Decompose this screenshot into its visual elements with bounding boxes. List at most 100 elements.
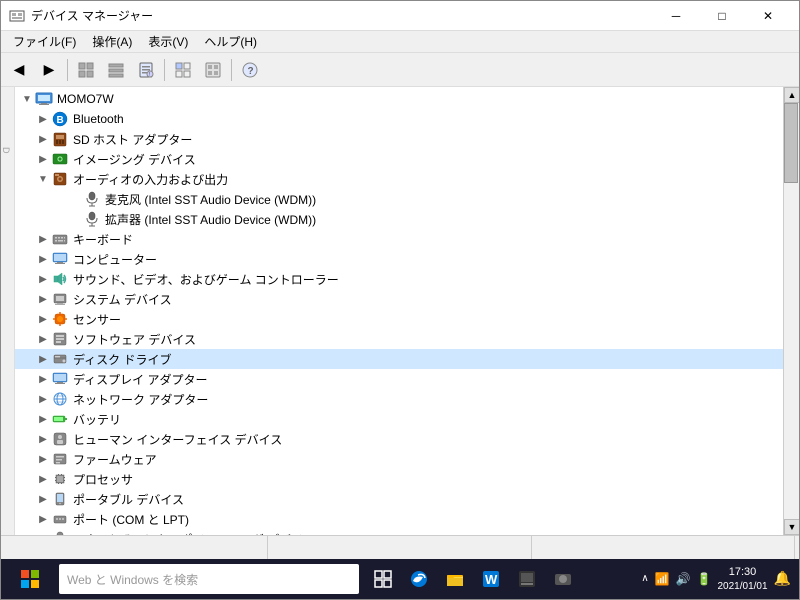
expand-audio[interactable]: ▼ bbox=[35, 171, 51, 187]
svg-text:B: B bbox=[57, 115, 64, 126]
expand-software[interactable]: ▶ bbox=[35, 331, 51, 347]
disk-label: ディスク ドライブ bbox=[73, 351, 172, 368]
tree-item-portable[interactable]: ▶ ポータブル デバイス bbox=[15, 489, 783, 509]
menu-help[interactable]: ヘルプ(H) bbox=[196, 31, 265, 52]
back-button[interactable]: ◀ bbox=[5, 57, 33, 83]
tree-item-processor[interactable]: ▶ プロセッサ bbox=[15, 469, 783, 489]
scroll-up-button[interactable]: ▲ bbox=[784, 87, 799, 103]
maximize-button[interactable]: □ bbox=[699, 1, 745, 31]
expand-keyboard[interactable]: ▶ bbox=[35, 231, 51, 247]
close-button[interactable]: ✕ bbox=[745, 1, 791, 31]
battery-tray-icon[interactable]: 🔋 bbox=[697, 572, 712, 586]
expand-hid[interactable]: ▶ bbox=[35, 431, 51, 447]
expand-imaging[interactable]: ▶ bbox=[35, 151, 51, 167]
tree-item-speaker[interactable]: ▶ 拡声器 (Intel SST Audio Device (WDM)) bbox=[15, 209, 783, 229]
battery-icon bbox=[51, 410, 69, 428]
minimize-button[interactable]: ─ bbox=[653, 1, 699, 31]
tree-item-display[interactable]: ▶ ディスプレイ アダプター bbox=[15, 369, 783, 389]
title-bar-title: デバイス マネージャー bbox=[31, 7, 653, 24]
time-display: 17:30 bbox=[718, 565, 768, 579]
expand-processor[interactable]: ▶ bbox=[35, 471, 51, 487]
tree-item-disk[interactable]: ▶ ディスク ドライブ bbox=[15, 349, 783, 369]
tree-item-firmware[interactable]: ▶ ファームウェア bbox=[15, 449, 783, 469]
processor-icon bbox=[51, 470, 69, 488]
forward-button[interactable]: ▶ bbox=[35, 57, 63, 83]
network-tray-icon[interactable]: 📶 bbox=[655, 572, 670, 586]
sensor-icon bbox=[51, 310, 69, 328]
scroll-down-button[interactable]: ▼ bbox=[784, 519, 799, 535]
task-view-button[interactable] bbox=[367, 561, 399, 597]
audio-label: オーディオの入力および出力 bbox=[73, 171, 228, 188]
view-button-3[interactable] bbox=[169, 57, 197, 83]
port-icon bbox=[51, 510, 69, 528]
scroll-thumb[interactable] bbox=[784, 103, 798, 183]
tree-item-sensor[interactable]: ▶ センサー bbox=[15, 309, 783, 329]
software-label: ソフトウェア デバイス bbox=[73, 331, 196, 348]
tree-item-system[interactable]: ▶ システム デバイス bbox=[15, 289, 783, 309]
firmware-icon bbox=[51, 450, 69, 468]
tree-item-network[interactable]: ▶ ネットワーク アダプター bbox=[15, 389, 783, 409]
expand-sound[interactable]: ▶ bbox=[35, 271, 51, 287]
expand-disk[interactable]: ▶ bbox=[35, 351, 51, 367]
scroll-track[interactable] bbox=[784, 103, 799, 519]
tree-item-audio[interactable]: ▼ オーディオの入力および出力 bbox=[15, 169, 783, 189]
menu-view[interactable]: 表示(V) bbox=[140, 31, 196, 52]
view-button-2[interactable] bbox=[102, 57, 130, 83]
expand-portable[interactable]: ▶ bbox=[35, 491, 51, 507]
menu-file[interactable]: ファイル(F) bbox=[5, 31, 84, 52]
start-button[interactable] bbox=[5, 561, 55, 597]
expand-battery[interactable]: ▶ bbox=[35, 411, 51, 427]
menu-action[interactable]: 操作(A) bbox=[84, 31, 140, 52]
expand-display[interactable]: ▶ bbox=[35, 371, 51, 387]
expand-sd[interactable]: ▶ bbox=[35, 131, 51, 147]
expand-root[interactable]: ▼ bbox=[19, 91, 35, 107]
view-button-1[interactable] bbox=[72, 57, 100, 83]
store-button[interactable]: W bbox=[475, 561, 507, 597]
tree-item-battery[interactable]: ▶ バッテリ bbox=[15, 409, 783, 429]
network-icon bbox=[51, 390, 69, 408]
sound-label: サウンド、ビデオ、およびゲーム コントローラー bbox=[73, 271, 339, 288]
sd-icon bbox=[51, 130, 69, 148]
expand-system[interactable]: ▶ bbox=[35, 291, 51, 307]
notification-icon[interactable]: 🔔 bbox=[774, 570, 791, 587]
system-tray-expand[interactable]: ∧ bbox=[641, 573, 648, 584]
tree-item-bluetooth[interactable]: ▶ B Bluetooth bbox=[15, 109, 783, 129]
svg-text:?: ? bbox=[248, 66, 254, 77]
imaging-label: イメージング デバイス bbox=[73, 151, 196, 168]
vertical-scrollbar[interactable]: ▲ ▼ bbox=[783, 87, 799, 535]
tree-item-software[interactable]: ▶ ソフトウェア デバイス bbox=[15, 329, 783, 349]
tree-item-port[interactable]: ▶ ポート (COM と LPT) bbox=[15, 509, 783, 529]
tree-root[interactable]: ▼ MOMO7W bbox=[15, 89, 783, 109]
help-button[interactable]: ? bbox=[236, 57, 264, 83]
tree-item-keyboard[interactable]: ▶ キーボード bbox=[15, 229, 783, 249]
taskbar-search[interactable]: Web と Windows を検索 bbox=[59, 564, 359, 594]
tree-item-hid[interactable]: ▶ ヒューマン インターフェイス デバイス bbox=[15, 429, 783, 449]
sound-tray-icon[interactable]: 🔊 bbox=[676, 572, 691, 586]
tree-item-sd[interactable]: ▶ SD ホスト アダプター bbox=[15, 129, 783, 149]
clock[interactable]: 17:30 2021/01/01 bbox=[718, 565, 768, 592]
properties-button[interactable]: ! bbox=[132, 57, 160, 83]
tree-item-sound[interactable]: ▶ サウンド、ビデオ、およびゲーム コントローラー bbox=[15, 269, 783, 289]
edge-browser-button[interactable] bbox=[403, 561, 435, 597]
keyboard-label: キーボード bbox=[73, 231, 133, 248]
expand-network[interactable]: ▶ bbox=[35, 391, 51, 407]
sound-icon bbox=[51, 270, 69, 288]
expand-computer[interactable]: ▶ bbox=[35, 251, 51, 267]
tree-item-imaging[interactable]: ▶ イメージング デバイス bbox=[15, 149, 783, 169]
speaker-label: 拡声器 (Intel SST Audio Device (WDM)) bbox=[105, 211, 316, 228]
expand-bluetooth[interactable]: ▶ bbox=[35, 111, 51, 127]
expand-firmware[interactable]: ▶ bbox=[35, 451, 51, 467]
app-button-6[interactable] bbox=[547, 561, 579, 597]
toolbar: ◀ ▶ ! bbox=[1, 53, 799, 87]
toolbar-separator-1 bbox=[67, 59, 68, 81]
tree-item-mic[interactable]: ▶ 麦克风 (Intel SST Audio Device (WDM)) bbox=[15, 189, 783, 209]
file-explorer-button[interactable] bbox=[439, 561, 471, 597]
device-tree[interactable]: ▼ MOMO7W ▶ B bbox=[15, 87, 783, 535]
main-area: D ▼ MOMO7W ▶ bbox=[1, 87, 799, 535]
expand-sensor[interactable]: ▶ bbox=[35, 311, 51, 327]
view-button-4[interactable] bbox=[199, 57, 227, 83]
date-display: 2021/01/01 bbox=[718, 580, 768, 593]
tree-item-computer[interactable]: ▶ コンピューター bbox=[15, 249, 783, 269]
app-button-5[interactable] bbox=[511, 561, 543, 597]
expand-port[interactable]: ▶ bbox=[35, 511, 51, 527]
